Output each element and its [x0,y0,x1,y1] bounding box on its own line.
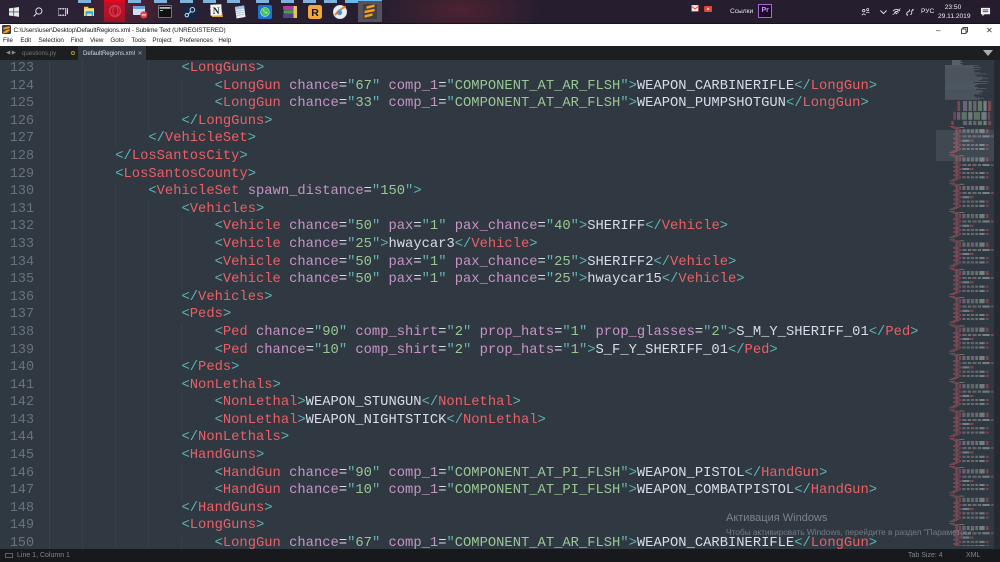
svg-text:R: R [311,7,319,19]
svg-text:N: N [213,7,220,17]
